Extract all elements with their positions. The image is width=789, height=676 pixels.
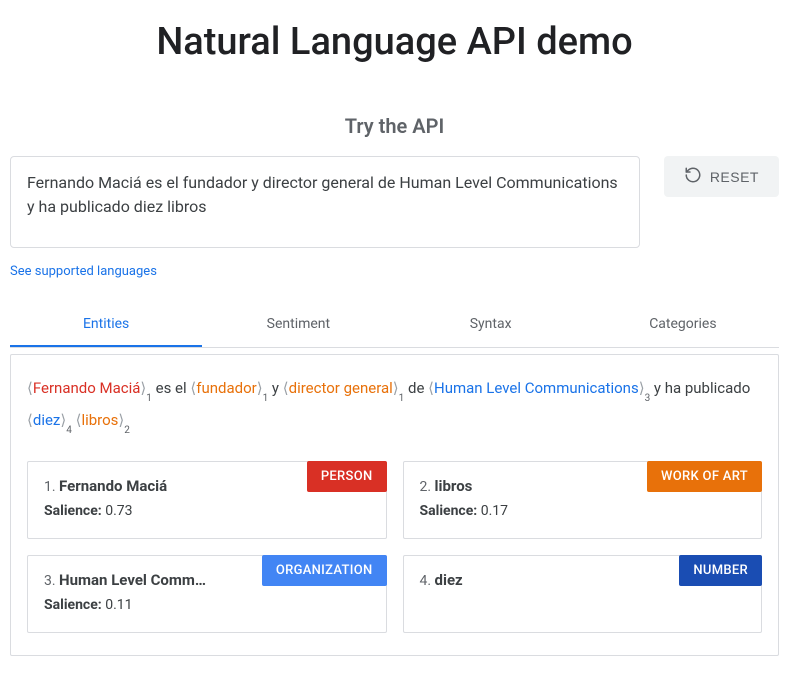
bracket-close-icon: ⟩ xyxy=(393,379,399,397)
entity-index: 2 xyxy=(124,425,130,436)
entity-rank: 3. xyxy=(44,573,59,589)
entity-type-badge: NUMBER xyxy=(679,555,762,586)
entity-card: NUMBER 4. diez xyxy=(403,555,763,633)
entity-rank: 2. xyxy=(420,479,435,495)
page-title: Natural Language API demo xyxy=(10,20,779,64)
supported-languages-row: See supported languages xyxy=(10,260,779,279)
entity-mention: libros xyxy=(81,411,118,429)
entity-index: 3 xyxy=(645,393,651,404)
salience-value: 0.11 xyxy=(105,597,132,613)
entity-name: Human Level Communications xyxy=(59,571,209,589)
entity-index: 4 xyxy=(66,425,72,436)
entity-card: ORGANIZATION 3. Human Level Communication… xyxy=(27,555,387,633)
entity-type-badge: ORGANIZATION xyxy=(262,555,387,586)
tab-sentiment[interactable]: Sentiment xyxy=(202,303,394,347)
entity-name: diez xyxy=(435,571,463,589)
bracket-close-icon: ⟩ xyxy=(639,379,645,397)
supported-languages-link[interactable]: See supported languages xyxy=(10,264,157,279)
entity-salience: Salience: 0.73 xyxy=(44,503,370,519)
annotated-sentence: ⟨Fernando Maciá⟩1 es el ⟨fundador⟩1 y ⟨d… xyxy=(27,373,762,437)
entity-mention: fundador xyxy=(196,379,256,397)
entity-mention: Fernando Maciá xyxy=(33,379,141,397)
entity-index: 1 xyxy=(146,393,152,404)
entity-salience: Salience: 0.11 xyxy=(44,597,370,613)
salience-value: 0.73 xyxy=(105,503,132,519)
entity-salience: Salience: 0.17 xyxy=(420,503,746,519)
tab-entities[interactable]: Entities xyxy=(10,303,202,347)
analysis-text-input[interactable] xyxy=(10,156,640,248)
page-subtitle: Try the API xyxy=(10,114,779,138)
demo-root: Natural Language API demo Try the API RE… xyxy=(0,0,789,676)
entity-card: WORK OF ART 2. libros Salience: 0.17 xyxy=(403,461,763,539)
entity-type-badge: PERSON xyxy=(307,461,387,492)
entity-mention: director general xyxy=(289,379,393,397)
entities-panel: ⟨Fernando Maciá⟩1 es el ⟨fundador⟩1 y ⟨d… xyxy=(10,354,779,656)
entity-rank: 4. xyxy=(420,573,435,589)
reset-button-label: RESET xyxy=(710,169,759,185)
entity-card: PERSON 1. Fernando Maciá Salience: 0.73 xyxy=(27,461,387,539)
tab-syntax[interactable]: Syntax xyxy=(395,303,587,347)
reset-button[interactable]: RESET xyxy=(664,156,779,197)
entity-rank: 1. xyxy=(44,479,59,495)
salience-value: 0.17 xyxy=(481,503,508,519)
bracket-close-icon: ⟩ xyxy=(257,379,263,397)
input-row: RESET xyxy=(10,156,779,248)
entity-index: 1 xyxy=(263,393,269,404)
salience-label: Salience: xyxy=(44,503,105,519)
result-tabs: EntitiesSentimentSyntaxCategories xyxy=(10,303,779,348)
entity-name: libros xyxy=(435,477,473,495)
entity-cards: PERSON 1. Fernando Maciá Salience: 0.73 WOR… xyxy=(27,461,762,633)
entity-type-badge: WORK OF ART xyxy=(647,461,762,492)
entity-name: Fernando Maciá xyxy=(59,477,167,495)
salience-label: Salience: xyxy=(420,503,481,519)
salience-label: Salience: xyxy=(44,597,105,613)
entity-mention: Human Level Communications xyxy=(434,379,639,397)
entity-index: 1 xyxy=(399,393,405,404)
reset-icon xyxy=(684,166,702,187)
entity-mention: diez xyxy=(33,411,61,429)
tab-categories[interactable]: Categories xyxy=(587,303,779,347)
